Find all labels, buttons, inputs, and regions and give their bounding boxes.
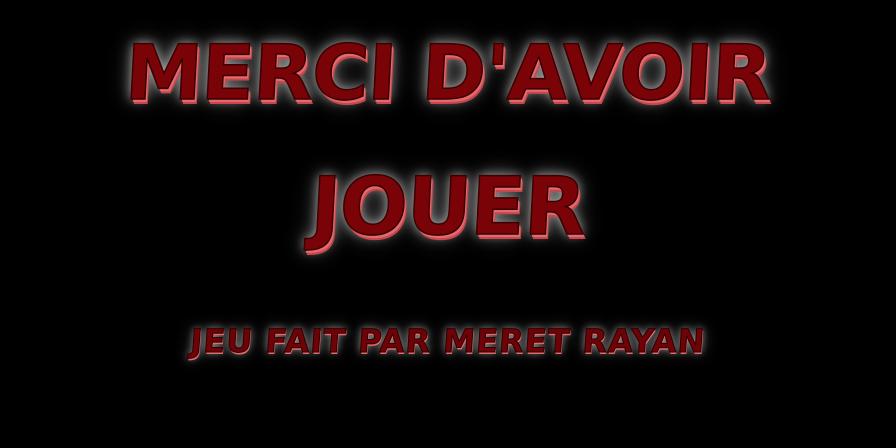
credits-text: JEU FAIT PAR MERET RAYAN bbox=[189, 322, 708, 361]
thanks-title-line2: JOUER bbox=[308, 159, 588, 254]
thanks-title-line1: MERCI D'AVOIR bbox=[122, 27, 773, 118]
end-screen: MERCI D'AVOIR JOUER JEU FAIT PAR MERET R… bbox=[0, 0, 896, 448]
